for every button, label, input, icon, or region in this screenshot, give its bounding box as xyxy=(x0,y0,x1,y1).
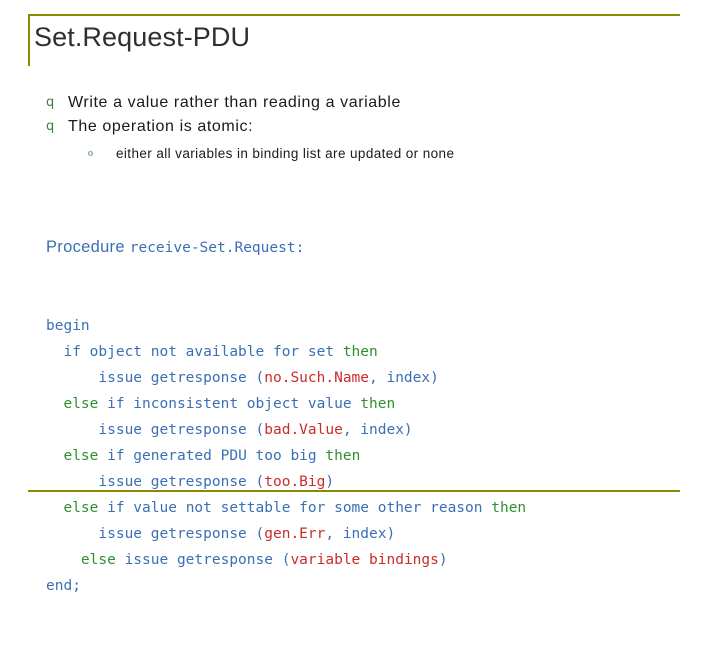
pseudocode-token: if value not settable for some other rea… xyxy=(98,500,492,516)
pseudocode-token: variable bindings xyxy=(290,552,439,568)
bullet-list: q Write a value rather than reading a va… xyxy=(46,92,686,164)
pseudocode-token: issue getresponse ( xyxy=(115,552,291,568)
list-item: q Write a value rather than reading a va… xyxy=(46,92,686,114)
bullet-marker-icon: q xyxy=(46,95,55,110)
pseudocode-line: if object not available for set then xyxy=(46,339,694,365)
pseudocode-line: issue getresponse (bad.Value, index) xyxy=(46,417,694,443)
pseudocode-token: begin xyxy=(46,318,90,334)
pseudocode-token: too.Big xyxy=(264,474,326,490)
pseudocode-line: begin xyxy=(46,313,694,339)
pseudocode-token: ) xyxy=(438,552,448,568)
pseudocode-token: issue getresponse ( xyxy=(46,370,265,386)
pseudocode-line: else if value not settable for some othe… xyxy=(46,495,694,521)
pseudocode-token: if object not available for set xyxy=(46,344,343,360)
pseudocode-token: else xyxy=(80,552,116,568)
pseudocode-token: , index) xyxy=(342,422,413,438)
sub-bullet-marker-icon: o xyxy=(88,148,93,159)
pseudocode-line: else if inconsistent object value then xyxy=(46,391,694,417)
procedure-name: receive-Set.Request: xyxy=(129,240,305,256)
pseudocode-token xyxy=(46,552,81,568)
pseudocode-token xyxy=(46,448,63,464)
pseudocode-line: else if generated PDU too big then xyxy=(46,443,694,469)
pseudocode-token: issue getresponse ( xyxy=(46,474,265,490)
pseudocode-token: if inconsistent object value xyxy=(98,396,361,412)
page-title: Set.Request-PDU xyxy=(34,22,251,52)
pseudocode-token: end; xyxy=(46,578,81,594)
slide: Set.Request-PDU q Write a value rather t… xyxy=(0,0,720,594)
pseudocode-token: , index) xyxy=(369,370,439,386)
pseudocode-token: then xyxy=(360,396,396,412)
pseudocode-token: then xyxy=(325,448,361,464)
pseudocode-token: then xyxy=(342,344,378,360)
pseudocode-line: else issue getresponse (variable binding… xyxy=(46,547,694,573)
list-item: o either all variables in binding list a… xyxy=(88,144,686,164)
pseudocode-token: issue getresponse ( xyxy=(46,422,265,438)
sub-bullet-list: o either all variables in binding list a… xyxy=(88,144,686,164)
pseudocode-lines: begin if object not available for set th… xyxy=(46,313,694,599)
pseudocode-token: else xyxy=(63,448,99,464)
procedure-heading: Procedure receive-Set.Request: xyxy=(46,234,694,261)
title-left-rule xyxy=(28,14,30,66)
pseudocode-token: then xyxy=(491,500,527,516)
bullet-text: The operation is atomic: xyxy=(68,118,254,135)
pseudocode-line: issue getresponse (no.Such.Name, index) xyxy=(46,365,694,391)
pseudocode-token xyxy=(46,500,63,516)
list-item: q The operation is atomic: xyxy=(46,116,686,138)
bullet-text: Write a value rather than reading a vari… xyxy=(68,94,401,111)
procedure-keyword: Procedure xyxy=(46,238,130,256)
pseudocode-token: no.Such.Name xyxy=(264,370,370,386)
pseudocode-token: else xyxy=(63,396,99,412)
pseudocode-token: bad.Value xyxy=(264,422,343,438)
pseudocode-token: ) xyxy=(325,474,335,490)
bottom-rule xyxy=(28,490,680,492)
pseudocode-token: if generated PDU too big xyxy=(98,448,326,464)
pseudocode-line: issue getresponse (gen.Err, index) xyxy=(46,521,694,547)
pseudocode-token: else xyxy=(63,500,99,516)
title-top-rule xyxy=(28,14,680,16)
sub-bullet-text: either all variables in binding list are… xyxy=(116,146,455,161)
pseudocode-token xyxy=(46,396,63,412)
bullet-marker-icon: q xyxy=(46,119,55,134)
pseudocode-line: end; xyxy=(46,573,694,599)
pseudocode-block: Procedure receive-Set.Request: begin if … xyxy=(46,182,694,651)
